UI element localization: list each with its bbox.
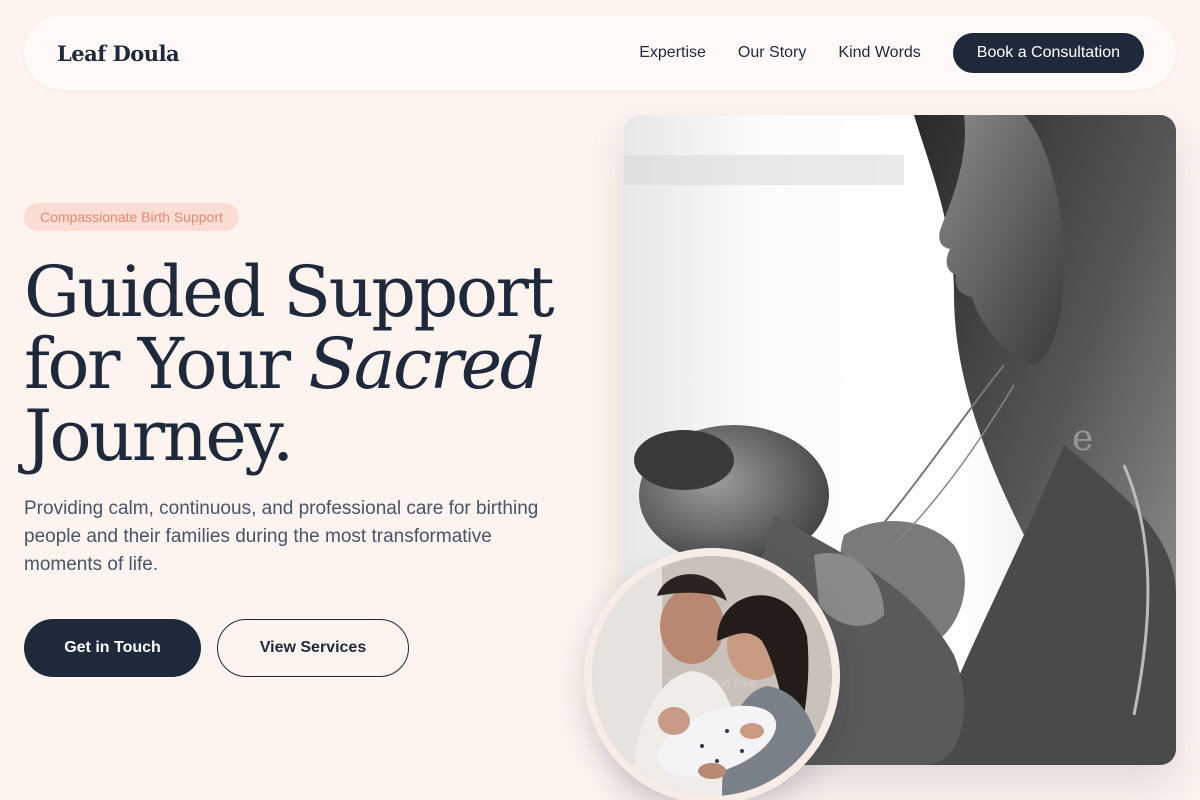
inset-photo-caption: Parenthood love <box>668 676 756 690</box>
nav-link-kind-words[interactable]: Kind Words <box>838 44 920 62</box>
headline-line-2: for Your <box>24 323 309 405</box>
inset-photo-family: Parenthood love <box>584 548 840 800</box>
nav-link-expertise[interactable]: Expertise <box>639 44 706 62</box>
hero-badge: Compassionate Birth Support <box>24 203 239 231</box>
headline-line-3: Journey. <box>24 395 294 477</box>
nav-links: Expertise Our Story Kind Words Book a Co… <box>639 33 1144 73</box>
nav-link-our-story[interactable]: Our Story <box>738 44 806 62</box>
headline-line-1: Guided Support <box>24 251 555 333</box>
get-in-touch-button[interactable]: Get in Touch <box>24 619 201 677</box>
hero-headline: Guided Support for Your Sacred Journey. <box>24 256 584 472</box>
top-navbar: Leaf Doula Expertise Our Story Kind Word… <box>24 16 1176 90</box>
book-consultation-button[interactable]: Book a Consultation <box>952 33 1144 73</box>
hero-description: Providing calm, continuous, and professi… <box>24 498 539 575</box>
headline-emphasis: Sacred <box>308 323 544 405</box>
inset-photo-frame: Parenthood love <box>592 556 832 796</box>
brand-logo[interactable]: Leaf Doula <box>57 41 180 66</box>
photo-watermark-glyph: e <box>1072 418 1094 459</box>
view-services-button[interactable]: View Services <box>217 619 409 677</box>
